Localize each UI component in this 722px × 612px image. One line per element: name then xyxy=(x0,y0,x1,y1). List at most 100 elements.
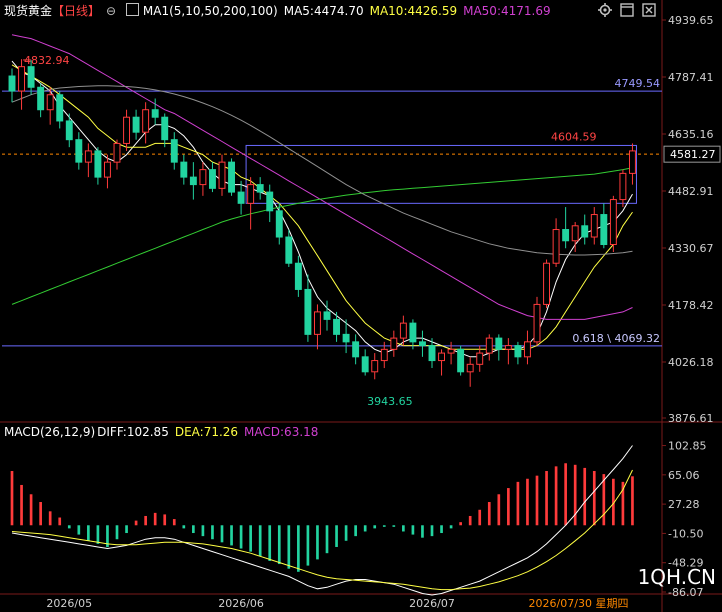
macd-macd-value: MACD:63.18 xyxy=(244,425,319,439)
macd-histogram-bar xyxy=(631,476,634,526)
macd-tick-label: 65.06 xyxy=(668,469,700,482)
zoom-icon[interactable]: ⊖ xyxy=(106,4,116,18)
ma-settings-icon[interactable] xyxy=(125,3,139,16)
candle-body xyxy=(18,66,26,92)
candle-body xyxy=(75,139,83,163)
price-tick-label: 4178.42 xyxy=(668,299,714,312)
candle-body xyxy=(466,363,474,373)
macd-histogram-bar xyxy=(335,525,338,547)
macd-histogram-bar xyxy=(58,517,62,526)
candle-body xyxy=(199,169,207,186)
macd-histogram-bar xyxy=(268,525,272,561)
ma-params-label: MA1(5,10,50,200,100) xyxy=(142,4,278,18)
macd-histogram-bar xyxy=(96,525,100,544)
macd-tick-label: 27.28 xyxy=(668,498,700,511)
macd-histogram-bar xyxy=(354,525,357,537)
settings-gear-icon[interactable] xyxy=(598,3,612,17)
macd-histogram-bar xyxy=(192,525,195,534)
macd-histogram-bar xyxy=(459,522,462,526)
period-label[interactable]: 【日线】 xyxy=(52,4,100,18)
macd-histogram-bar xyxy=(449,525,453,529)
candle-body xyxy=(457,348,465,373)
candle-body xyxy=(228,161,236,193)
macd-histogram-bar xyxy=(583,467,587,526)
candle-body xyxy=(294,262,302,290)
price-tick-label: 4026.18 xyxy=(668,356,714,369)
macd-histogram-bar xyxy=(125,525,128,534)
high-price-label: 4832.94 xyxy=(24,54,70,67)
macd-histogram-bar xyxy=(277,525,281,565)
candle-body xyxy=(371,360,379,373)
macd-histogram-bar xyxy=(172,519,176,526)
candle-body xyxy=(543,262,551,305)
candle-body xyxy=(323,311,331,320)
macd-histogram-bar xyxy=(382,525,386,527)
candle-body xyxy=(342,333,350,343)
low-price-label: 3943.65 xyxy=(367,395,413,408)
macd-histogram-bar xyxy=(249,525,252,552)
candle-body xyxy=(523,341,531,358)
macd-histogram-bar xyxy=(20,484,23,526)
candle-body xyxy=(438,352,446,362)
candle-body xyxy=(56,94,64,122)
candle-body xyxy=(485,337,493,354)
candle-body xyxy=(562,229,570,242)
time-axis-label: 2026/07 xyxy=(409,597,455,610)
ma10-value: MA10:4426.59 xyxy=(369,4,458,18)
instrument-name: 现货黄金 xyxy=(4,4,53,18)
chart-canvas: 4939.65 4787.41 4635.16 4482.91 4330.67 4178.… xyxy=(0,0,722,612)
macd-histogram-bar xyxy=(545,471,548,526)
macd-histogram-bar xyxy=(220,525,224,543)
macd-histogram-bar xyxy=(211,525,214,540)
macd-histogram-bar xyxy=(287,525,291,569)
macd-histogram-bar xyxy=(10,471,14,526)
macd-line-dea xyxy=(11,469,633,591)
candle-body xyxy=(333,318,341,335)
candle-body xyxy=(27,66,35,88)
candle-body xyxy=(123,116,131,144)
time-axis-label: 2026/05 xyxy=(46,597,92,610)
candle-body xyxy=(208,169,216,189)
price-tick-label: 4330.67 xyxy=(668,242,714,255)
macd-histogram-bar xyxy=(363,525,367,532)
candle-body xyxy=(237,191,245,204)
candle-body xyxy=(103,161,111,178)
candle-body xyxy=(37,86,45,111)
candle-body xyxy=(142,109,150,133)
macd-histogram-bar xyxy=(564,463,567,526)
candle-body xyxy=(609,199,617,246)
price-tick-label: 4635.16 xyxy=(668,128,714,141)
candle-body xyxy=(313,311,321,335)
macd-histogram-bar xyxy=(48,511,52,526)
macd-histogram-bar xyxy=(392,525,396,527)
last-price-label: 4581.27 xyxy=(670,148,716,161)
macd-histogram-bar xyxy=(497,494,501,526)
candle-body xyxy=(304,288,312,335)
macd-histogram-bar xyxy=(182,525,186,529)
macd-histogram-bar xyxy=(421,525,424,538)
price-chart-header: 现货黄金【日线】 ⊖ MA1(5,10,50,200,100) MA5:4474.7… xyxy=(4,2,557,20)
price-tick-label: 4939.65 xyxy=(668,14,714,27)
candle-body xyxy=(380,348,388,362)
candle-body xyxy=(504,345,512,350)
candle-body xyxy=(361,356,369,373)
macd-histogram-bar xyxy=(535,475,539,526)
window-icon[interactable] xyxy=(620,3,634,17)
candle-body xyxy=(390,337,398,350)
candle-body xyxy=(275,210,283,238)
close-icon[interactable] xyxy=(642,3,656,17)
macd-histogram-bar xyxy=(468,515,472,526)
price-tick-label: 4787.41 xyxy=(668,71,714,84)
macd-histogram-bar xyxy=(526,478,529,526)
candle-body xyxy=(619,172,627,201)
ma-line-ma200 xyxy=(11,167,633,305)
candle-body xyxy=(552,229,560,264)
watermark-logo: 1QH.CN xyxy=(638,565,716,589)
candle-body xyxy=(256,184,264,193)
upper-level-label: 4749.54 xyxy=(615,77,661,90)
candle-body xyxy=(533,303,541,343)
fib-level-label: 0.618 \ 4069.32 xyxy=(572,332,660,345)
candle-body xyxy=(628,150,636,174)
candle-body xyxy=(132,116,140,133)
price-tick-label: 3876.61 xyxy=(668,412,714,425)
